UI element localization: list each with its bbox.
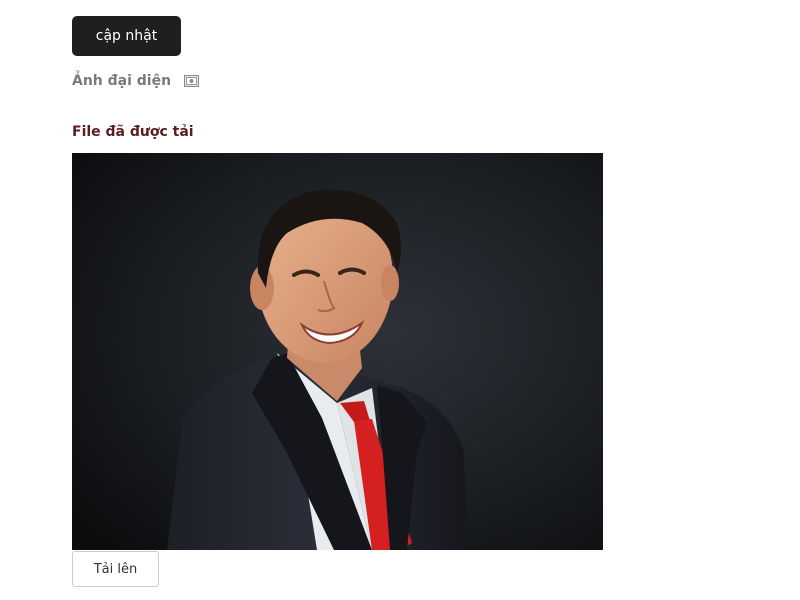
profile-avatar-form: cập nhật Ảnh đại diện File đã được tải T… — [0, 0, 800, 600]
update-button[interactable]: cập nhật — [72, 16, 181, 56]
uploaded-photo — [72, 153, 603, 550]
upload-button[interactable]: Tải lên — [72, 551, 159, 587]
image-icon[interactable] — [184, 75, 200, 87]
uploaded-file-title: File đã được tải — [72, 124, 194, 140]
avatar-label: Ảnh đại diện — [72, 73, 172, 89]
avatar-field: Ảnh đại diện — [72, 73, 200, 89]
